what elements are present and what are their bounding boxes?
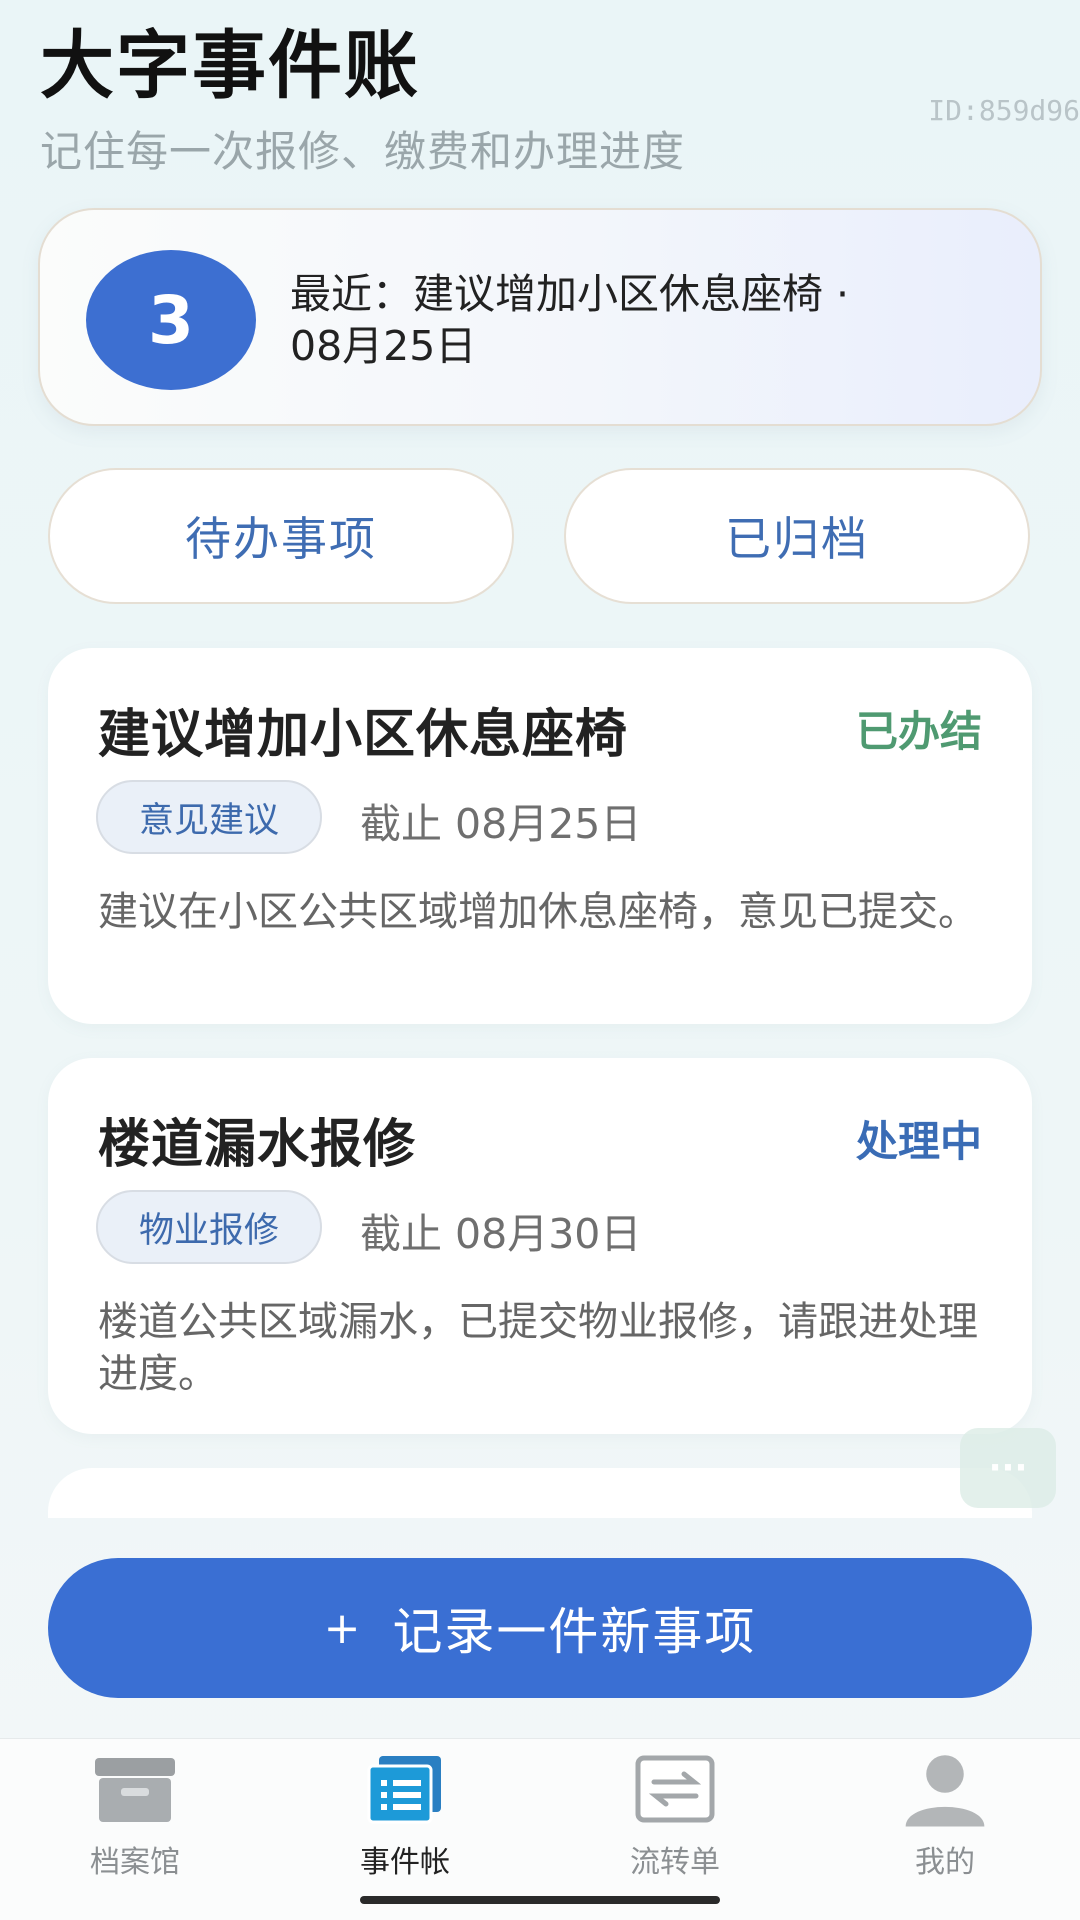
event-description: 建议在小区公共区域增加休息座椅，意见已提交。 [98,889,978,935]
page-id-label: ID:859d96 [928,94,1080,127]
event-deadline: 截止 08月25日 [360,800,642,848]
page-subtitle: 记住每一次报修、缴费和办理进度 [40,127,686,176]
bottom-nav: 档案馆 事件帐 流转单 我的 [0,1738,1080,1920]
recent-event-summary: 最近：建议增加小区休息座椅 · 08月25日 [290,268,1010,372]
nav-label: 我的 [915,1845,975,1880]
nav-label: 档案馆 [90,1845,180,1880]
nav-item-transfer[interactable]: 流转单 [540,1749,810,1889]
event-card[interactable]: 建议增加小区休息座椅 已办结 意见建议 截止 08月25日 建议在小区公共区域增… [48,648,1032,1024]
add-event-label: 记录一件新事项 [392,1603,757,1661]
event-deadline: 截止 08月30日 [360,1210,642,1258]
nav-label: 事件帐 [360,1845,450,1880]
recent-event-title: 最近：建议增加小区休息座椅 · [290,270,850,318]
nav-label: 流转单 [630,1845,720,1880]
event-count-badge: 3 [86,250,256,390]
event-status: 处理中 [855,1117,982,1166]
plus-icon: + [323,1602,363,1654]
nav-item-archive[interactable]: 档案馆 [0,1749,270,1889]
transfer-icon [630,1749,720,1829]
tab-todo[interactable]: 待办事项 [48,468,514,604]
page-title: 大字事件账 [40,23,420,109]
event-title: 楼道漏水报修 [98,1115,417,1175]
event-card[interactable]: 楼道漏水报修 处理中 物业报修 截止 08月30日 楼道公共区域漏水，已提交物业… [48,1058,1032,1434]
recent-event-date: 08月25日 [290,322,477,370]
more-dots-icon: ··· [988,1448,1028,1488]
event-title: 建议增加小区休息座椅 [98,705,629,765]
tab-archived[interactable]: 已归档 [564,468,1030,604]
event-description: 楼道公共区域漏水，已提交物业报修，请跟进处理进度。 [98,1299,978,1397]
event-category-tag: 物业报修 [96,1190,322,1264]
ledger-icon [360,1749,450,1829]
more-options-floating-button[interactable]: ··· [960,1428,1056,1508]
event-category-tag: 意见建议 [96,780,322,854]
add-event-button[interactable]: + 记录一件新事项 [48,1558,1032,1698]
event-status: 已办结 [855,707,982,756]
archive-box-icon [90,1749,180,1829]
event-card-partial[interactable] [48,1468,1032,1518]
summary-card[interactable]: 3 最近：建议增加小区休息座椅 · 08月25日 [38,208,1042,426]
nav-item-ledger[interactable]: 事件帐 [270,1749,540,1889]
home-indicator[interactable] [360,1896,720,1904]
person-icon [900,1749,990,1829]
nav-item-me[interactable]: 我的 [810,1749,1080,1889]
